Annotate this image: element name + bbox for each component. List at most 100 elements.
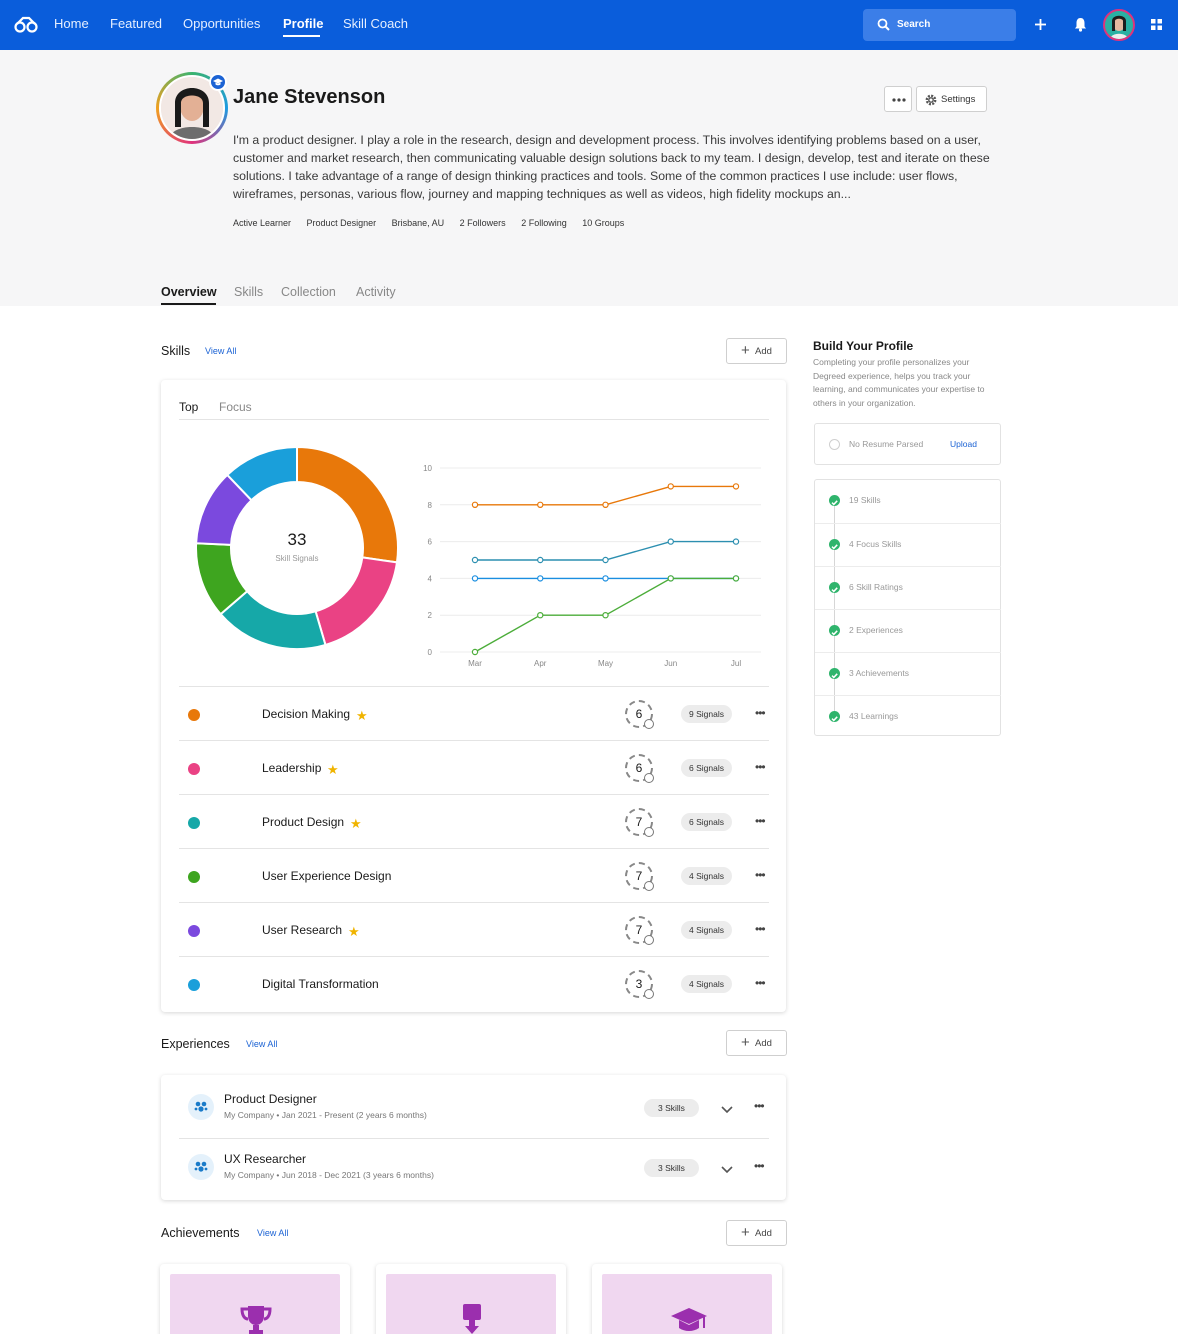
skill-name[interactable]: Decision Making xyxy=(262,707,350,721)
skills-view-all-link[interactable]: View All xyxy=(205,346,236,356)
plus-icon[interactable] xyxy=(1035,19,1046,30)
tab-overview[interactable]: Overview xyxy=(161,285,217,299)
nav-home[interactable]: Home xyxy=(54,16,89,31)
profile-more-button[interactable] xyxy=(884,86,912,112)
skill-name[interactable]: Product Design xyxy=(262,815,344,829)
experience-title[interactable]: UX Researcher xyxy=(224,1152,306,1166)
data-point[interactable] xyxy=(602,575,609,582)
upload-resume-link[interactable]: Upload xyxy=(950,439,977,449)
degreed-logo-icon[interactable] xyxy=(14,15,38,35)
skill-signals-badge[interactable]: 6 Signals xyxy=(681,813,732,831)
skill-signals-badge[interactable]: 9 Signals xyxy=(681,705,732,723)
skill-row[interactable]: User Experience Design 7 4 Signals ••• xyxy=(179,848,769,902)
focus-star-icon[interactable]: ★ xyxy=(327,762,339,778)
experience-skills-badge[interactable]: 3 Skills xyxy=(644,1159,699,1177)
subtab-focus[interactable]: Focus xyxy=(219,400,252,414)
skill-level-badge[interactable]: 7 xyxy=(625,916,654,945)
nav-profile[interactable]: Profile xyxy=(283,16,323,31)
data-point[interactable] xyxy=(471,575,479,582)
skill-level-badge[interactable]: 3 xyxy=(625,970,654,999)
data-point[interactable] xyxy=(602,556,609,564)
experience-skills-badge[interactable]: 3 Skills xyxy=(644,1099,699,1117)
skill-signals-badge[interactable]: 4 Signals xyxy=(681,921,732,939)
data-point[interactable] xyxy=(471,501,479,509)
data-point[interactable] xyxy=(537,556,544,564)
focus-star-icon[interactable]: ★ xyxy=(356,708,368,724)
achievement-card[interactable] xyxy=(592,1264,782,1334)
data-point[interactable] xyxy=(732,483,740,490)
skill-name[interactable]: Leadership xyxy=(262,761,321,775)
focus-star-icon[interactable]: ★ xyxy=(348,924,360,940)
skill-level-badge[interactable]: 7 xyxy=(625,862,654,891)
skill-name[interactable]: Digital Transformation xyxy=(262,977,379,991)
skill-name[interactable]: User Experience Design xyxy=(262,869,391,883)
meta-groups[interactable]: 10 Groups xyxy=(582,218,624,228)
add-skill-button[interactable]: + Add xyxy=(726,338,787,364)
skill-more-icon[interactable]: ••• xyxy=(755,976,766,990)
data-point[interactable] xyxy=(602,611,609,619)
nav-featured[interactable]: Featured xyxy=(110,16,162,31)
achievement-card[interactable] xyxy=(160,1264,350,1334)
checklist-item[interactable]: 19 Skills xyxy=(815,480,1001,523)
donut-slice[interactable] xyxy=(314,556,399,647)
skill-more-icon[interactable]: ••• xyxy=(755,868,766,882)
experience-more-icon[interactable]: ••• xyxy=(754,1099,765,1113)
chevron-down-icon[interactable] xyxy=(721,1101,733,1119)
skill-more-icon[interactable]: ••• xyxy=(755,760,766,774)
tab-skills[interactable]: Skills xyxy=(234,285,263,299)
data-point[interactable] xyxy=(537,501,544,509)
skill-level-badge[interactable]: 6 xyxy=(625,700,654,729)
skill-signals-badge[interactable]: 4 Signals xyxy=(681,975,732,993)
skill-level-badge[interactable]: 7 xyxy=(625,808,654,837)
nav-opportunities[interactable]: Opportunities xyxy=(183,16,260,31)
data-point[interactable] xyxy=(667,575,674,582)
tab-activity[interactable]: Activity xyxy=(356,285,396,299)
chevron-down-icon[interactable] xyxy=(721,1161,733,1179)
data-point[interactable] xyxy=(471,556,479,564)
skill-level-badge[interactable]: 6 xyxy=(625,754,654,783)
data-point[interactable] xyxy=(667,483,674,490)
skill-name[interactable]: User Research xyxy=(262,923,342,937)
skill-more-icon[interactable]: ••• xyxy=(755,922,766,936)
data-point[interactable] xyxy=(667,538,674,545)
add-experience-button[interactable]: + Add xyxy=(726,1030,787,1056)
nav-skill-coach[interactable]: Skill Coach xyxy=(343,16,408,31)
checklist-item[interactable]: 6 Skill Ratings xyxy=(815,566,1001,609)
experiences-view-all-link[interactable]: View All xyxy=(246,1039,277,1049)
skill-more-icon[interactable]: ••• xyxy=(755,814,766,828)
checklist-item[interactable]: 4 Focus Skills xyxy=(815,523,1001,566)
settings-button[interactable]: Settings xyxy=(916,86,987,112)
user-avatar[interactable] xyxy=(1103,9,1135,41)
checklist-item[interactable]: 2 Experiences xyxy=(815,609,1001,652)
apps-grid-icon[interactable] xyxy=(1151,19,1162,30)
data-point[interactable] xyxy=(732,538,740,545)
achievement-card[interactable] xyxy=(376,1264,566,1334)
skill-row[interactable]: Leadership ★ 6 6 Signals ••• xyxy=(179,740,769,794)
tab-collection[interactable]: Collection xyxy=(281,285,336,299)
experience-more-icon[interactable]: ••• xyxy=(754,1159,765,1173)
data-point[interactable] xyxy=(471,648,479,656)
skill-row[interactable]: Digital Transformation 3 4 Signals ••• xyxy=(179,956,769,1010)
skill-row[interactable]: Product Design ★ 7 6 Signals ••• xyxy=(179,794,769,848)
experience-title[interactable]: Product Designer xyxy=(224,1092,317,1106)
meta-following[interactable]: 2 Following xyxy=(521,218,567,228)
subtab-top[interactable]: Top xyxy=(179,400,198,414)
skill-signals-badge[interactable]: 4 Signals xyxy=(681,867,732,885)
data-point[interactable] xyxy=(537,611,544,619)
experience-row[interactable]: UX Researcher My Company • Jun 2018 - Dec… xyxy=(179,1138,769,1197)
skill-row[interactable]: User Research ★ 7 4 Signals ••• xyxy=(179,902,769,956)
skill-more-icon[interactable]: ••• xyxy=(755,706,766,720)
experience-row[interactable]: Product Designer My Company • Jan 2021 - … xyxy=(179,1079,769,1138)
data-point[interactable] xyxy=(602,501,609,509)
checklist-item[interactable]: 43 Learnings xyxy=(815,695,1001,738)
achievements-view-all-link[interactable]: View All xyxy=(257,1228,288,1238)
data-point[interactable] xyxy=(732,575,740,582)
checklist-item[interactable]: 3 Achievements xyxy=(815,652,1001,695)
skill-signals-badge[interactable]: 6 Signals xyxy=(681,759,732,777)
add-achievement-button[interactable]: + Add xyxy=(726,1220,787,1246)
meta-followers[interactable]: 2 Followers xyxy=(460,218,506,228)
data-point[interactable] xyxy=(537,575,544,582)
skill-row[interactable]: Decision Making ★ 6 9 Signals ••• xyxy=(179,686,769,740)
bell-icon[interactable] xyxy=(1074,17,1087,32)
focus-star-icon[interactable]: ★ xyxy=(350,816,362,832)
